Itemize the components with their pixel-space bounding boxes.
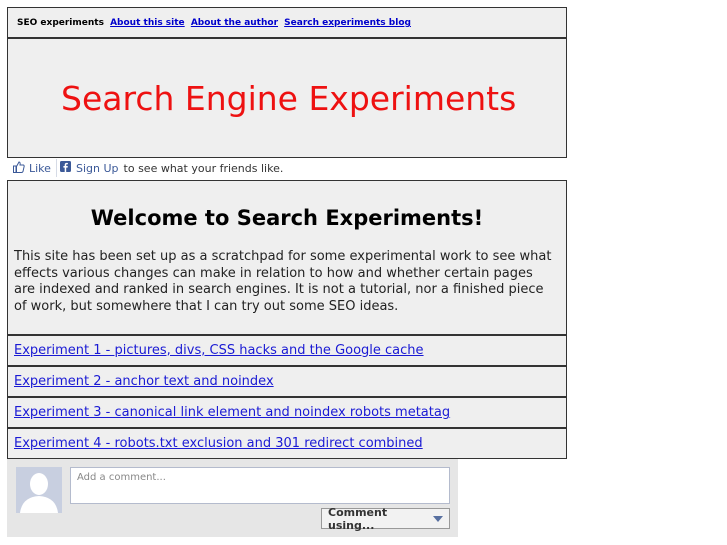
- top-nav: SEO experiments About this site About th…: [7, 7, 567, 38]
- comment-using-label: Comment using...: [328, 505, 388, 532]
- experiment-item: Experiment 3 - canonical link element an…: [7, 397, 567, 428]
- site-title: Search Engine Experiments: [61, 79, 517, 118]
- nav-link-blog[interactable]: Search experiments blog: [284, 18, 411, 28]
- comment-input[interactable]: [70, 467, 450, 504]
- comments-widget: Comment using...: [7, 459, 458, 537]
- experiment-item: Experiment 1 - pictures, divs, CSS hacks…: [7, 335, 567, 366]
- site-label: SEO experiments: [17, 18, 104, 28]
- facebook-signup-suffix: to see what your friends like.: [123, 161, 284, 175]
- experiment-link-3[interactable]: Experiment 3 - canonical link element an…: [14, 405, 450, 420]
- experiment-item: Experiment 2 - anchor text and noindex: [7, 366, 567, 397]
- experiment-item: Experiment 4 - robots.txt exclusion and …: [7, 428, 567, 459]
- nav-link-about-site[interactable]: About this site: [110, 18, 185, 28]
- dropdown-arrow-icon: [433, 515, 443, 522]
- experiment-link-1[interactable]: Experiment 1 - pictures, divs, CSS hacks…: [14, 343, 424, 358]
- facebook-like-bar: Like Sign Up to see what your friends li…: [7, 158, 307, 178]
- avatar: [16, 467, 62, 513]
- welcome-panel: Welcome to Search Experiments! This site…: [7, 180, 567, 335]
- thumbs-up-icon: [13, 160, 25, 176]
- experiment-link-2[interactable]: Experiment 2 - anchor text and noindex: [14, 374, 274, 389]
- facebook-like-button[interactable]: Like: [9, 159, 57, 177]
- facebook-signup: Sign Up to see what your friends like.: [60, 159, 283, 177]
- facebook-signup-link[interactable]: Sign Up: [76, 162, 119, 175]
- nav-link-about-author[interactable]: About the author: [191, 18, 278, 28]
- comment-using-button[interactable]: Comment using...: [321, 505, 450, 532]
- site-header: Search Engine Experiments: [7, 38, 567, 158]
- experiment-link-4[interactable]: Experiment 4 - robots.txt exclusion and …: [14, 436, 423, 451]
- default-user-icon: [16, 467, 62, 513]
- welcome-heading: Welcome to Search Experiments!: [90, 206, 484, 230]
- welcome-text: This site has been set up as a scratchpa…: [14, 249, 552, 314]
- facebook-icon: [60, 161, 71, 175]
- like-label: Like: [29, 161, 51, 175]
